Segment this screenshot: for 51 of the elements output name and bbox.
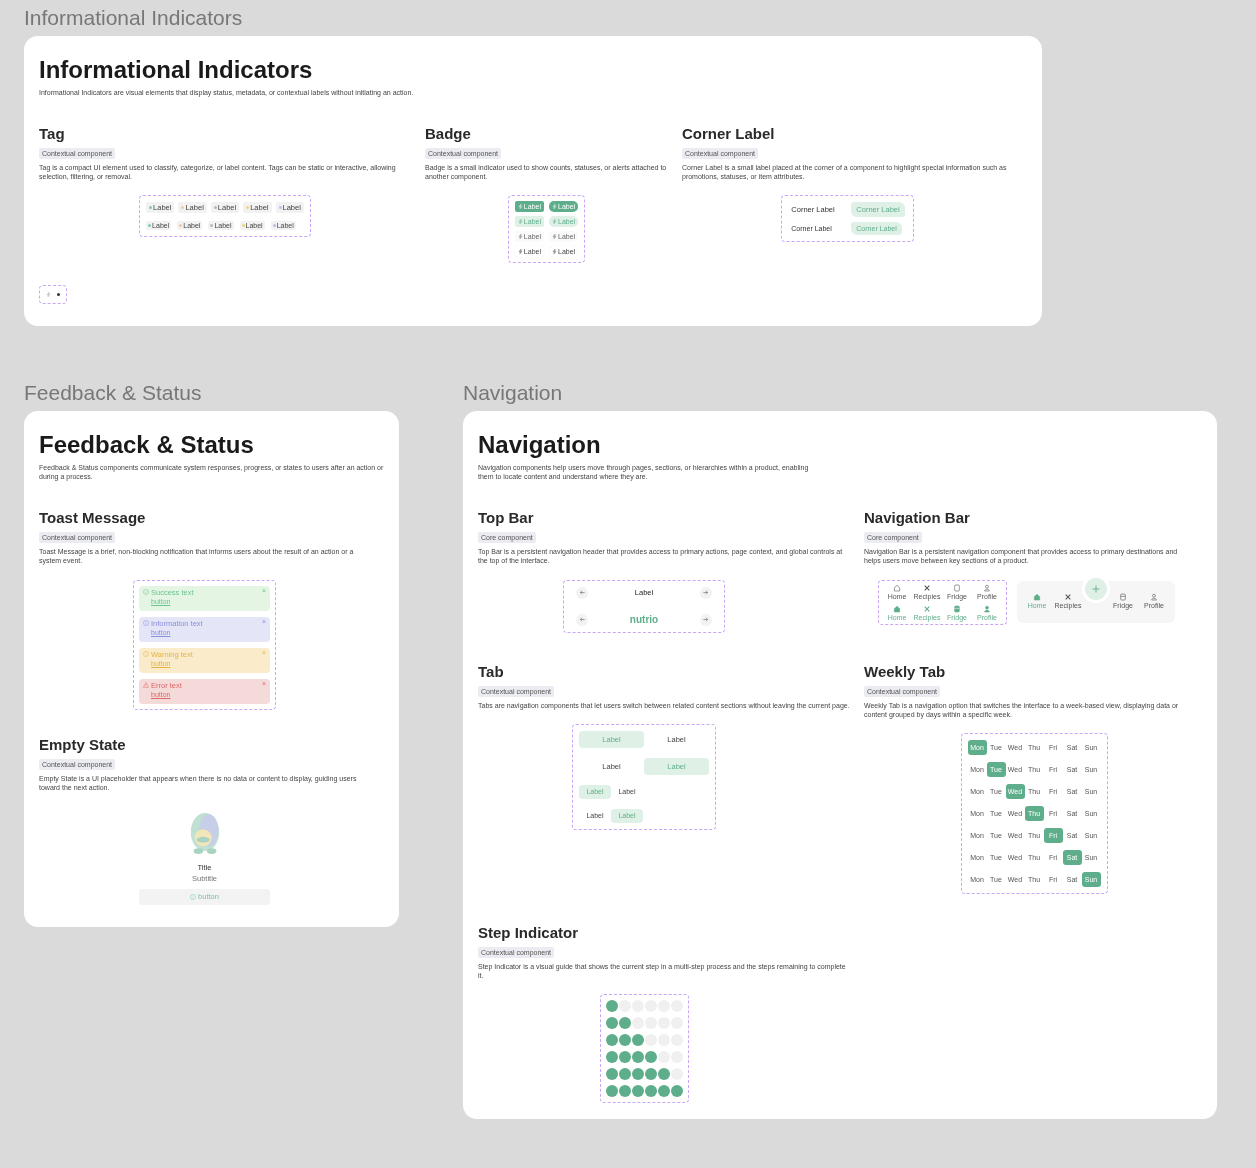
back-button[interactable] bbox=[576, 613, 588, 626]
fridge-icon bbox=[953, 583, 961, 592]
component-title: Top Bar bbox=[478, 509, 535, 527]
warning-icon bbox=[143, 681, 149, 688]
frame-title: Informational Indicators bbox=[39, 56, 314, 84]
home-icon bbox=[893, 583, 901, 592]
add-button[interactable] bbox=[1084, 578, 1107, 600]
home-icon bbox=[1033, 593, 1041, 601]
fridge-icon bbox=[953, 604, 961, 613]
component-title: Weekly Tab bbox=[864, 662, 947, 680]
lightning-icon bbox=[517, 249, 523, 255]
person-icon bbox=[983, 583, 991, 592]
component-title: Badge bbox=[425, 125, 472, 143]
lightning-icon bbox=[552, 219, 557, 225]
lightning-icon bbox=[517, 234, 523, 240]
component-title: Tab bbox=[478, 662, 505, 680]
component-title: Step Indicator bbox=[478, 923, 579, 941]
lightning-icon bbox=[552, 204, 557, 210]
arrow-right-icon bbox=[702, 589, 710, 596]
person-icon bbox=[1150, 593, 1158, 601]
person-icon bbox=[983, 604, 991, 613]
forward-button[interactable] bbox=[700, 613, 712, 626]
arrow-left-icon bbox=[578, 616, 586, 623]
dot-icon bbox=[57, 293, 60, 296]
logo-text: nutrio bbox=[629, 614, 659, 625]
lightning-icon bbox=[517, 219, 523, 225]
component-title: Navigation Bar bbox=[864, 509, 971, 527]
component-title: Corner Label bbox=[682, 125, 776, 143]
frame-title: Feedback & Status bbox=[39, 431, 255, 460]
frame-label: Informational Indicators bbox=[24, 6, 244, 30]
frame-label: Feedback & Status bbox=[24, 381, 203, 406]
component-title: Tag bbox=[39, 125, 66, 143]
fridge-icon bbox=[1119, 593, 1127, 601]
arrow-right-icon bbox=[702, 616, 710, 623]
component-title: Empty State bbox=[39, 735, 127, 753]
lightning-icon bbox=[552, 249, 557, 255]
lightning-icon bbox=[46, 292, 51, 297]
home-icon bbox=[893, 604, 901, 613]
frame-label: Navigation bbox=[463, 381, 564, 406]
forward-button[interactable] bbox=[700, 586, 712, 599]
info-icon bbox=[143, 619, 149, 626]
lightning-icon bbox=[552, 234, 557, 240]
check-circle-icon bbox=[143, 588, 149, 595]
back-button[interactable] bbox=[576, 586, 588, 599]
arrow-left-icon bbox=[578, 589, 586, 596]
frame-title: Navigation bbox=[478, 431, 602, 460]
info-icon bbox=[143, 650, 149, 657]
info-icon bbox=[190, 893, 197, 900]
component-title: Toast Message bbox=[39, 509, 147, 527]
lightning-icon bbox=[517, 204, 523, 210]
plus-icon bbox=[1090, 584, 1101, 594]
